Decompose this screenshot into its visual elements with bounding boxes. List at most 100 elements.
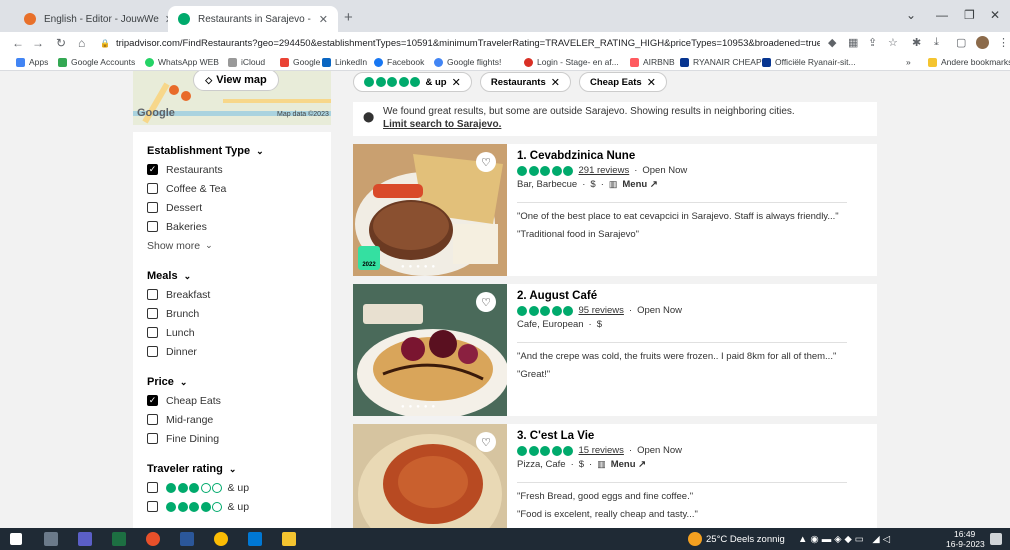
bookmark-facebook[interactable]: Facebook [374, 57, 424, 67]
save-heart-icon[interactable]: ♡ [476, 292, 496, 312]
filter-mid-range[interactable]: Mid-range [147, 410, 317, 429]
filter-restaurants[interactable]: ✓ Restaurants [147, 160, 317, 179]
checkbox[interactable] [147, 308, 158, 319]
reviews-link[interactable]: 95 reviews [579, 305, 624, 316]
download-icon[interactable]: ⤓ [934, 36, 939, 49]
minimize-icon[interactable]: — [936, 8, 948, 22]
bookmark-airbnb[interactable]: AIRBNB [630, 57, 675, 67]
carousel-dots[interactable]: ●●●●● [401, 404, 439, 410]
remove-filter-icon[interactable]: ✕ [551, 76, 560, 89]
bookmark-linkedin[interactable]: LinkedIn [322, 57, 367, 67]
extensions-puzzle-icon[interactable]: ✱ [912, 36, 921, 49]
bookmark-apps[interactable]: Apps [16, 57, 48, 67]
restaurant-photo[interactable]: ♡ ●●●●● [353, 284, 507, 416]
checkbox[interactable] [147, 346, 158, 357]
restaurant-card[interactable]: ♡ 2022 ●●●●● 1. Cevabdzinica Nune 291 re… [353, 144, 877, 276]
review-snippet[interactable]: "Fresh Bread, good eggs and fine coffee.… [517, 491, 867, 502]
filter-coffee-tea[interactable]: Coffee & Tea [147, 179, 317, 198]
home-icon[interactable]: ⌂ [78, 36, 85, 50]
chrome-icon[interactable] [214, 532, 228, 546]
save-heart-icon[interactable]: ♡ [476, 152, 496, 172]
bookmark-stage[interactable]: Login - Stage- en af... [524, 57, 619, 67]
file-explorer-icon[interactable] [282, 532, 296, 546]
windows-start-icon[interactable] [10, 533, 22, 545]
filter-group-header[interactable]: Establishment Type ⌄ [147, 142, 317, 160]
task-view-icon[interactable] [44, 532, 58, 546]
new-tab-icon[interactable]: + [344, 9, 353, 26]
share-icon[interactable]: ⇪ [868, 36, 877, 49]
filter-group-header[interactable]: Price ⌄ [147, 373, 317, 391]
reviews-link[interactable]: 291 reviews [579, 165, 630, 176]
notifications-icon[interactable] [990, 533, 1002, 545]
review-snippet[interactable]: "Traditional food in Sarajevo" [517, 229, 867, 240]
menu-kebab-icon[interactable]: ⋮ [998, 36, 1009, 49]
bookmarks-overflow[interactable]: » [906, 57, 911, 67]
maximize-icon[interactable]: ❐ [964, 8, 975, 22]
sidepanel-icon[interactable]: ▢ [956, 36, 966, 49]
teams-icon[interactable] [78, 532, 92, 546]
review-snippet[interactable]: "One of the best place to eat cevapcici … [517, 211, 867, 222]
browser-tab-jouwweb[interactable]: English - Editor - JouwWeb ✕ [14, 6, 184, 32]
menu-link[interactable]: Menu ↗ [622, 179, 657, 190]
restaurant-name[interactable]: 2. August Café [517, 290, 867, 302]
review-snippet[interactable]: "And the crepe was cold, the fruits were… [517, 351, 867, 362]
remove-filter-icon[interactable]: ✕ [452, 76, 461, 89]
filter-dessert[interactable]: Dessert [147, 198, 317, 217]
save-heart-icon[interactable]: ♡ [476, 432, 496, 452]
bookmark-whatsapp[interactable]: WhatsApp WEB [145, 57, 219, 67]
filter-cheap-eats[interactable]: ✓ Cheap Eats [147, 391, 317, 410]
review-snippet[interactable]: "Great!" [517, 369, 867, 380]
close-window-icon[interactable]: ✕ [990, 8, 1000, 22]
chip-cheap-eats[interactable]: Cheap Eats ✕ [578, 72, 667, 92]
restaurant-card[interactable]: ♡ ●●●●● 2. August Café 95 reviews · Open… [353, 284, 877, 416]
filter-brunch[interactable]: Brunch [147, 304, 317, 323]
outlook-icon[interactable] [248, 532, 262, 546]
checkbox[interactable] [147, 183, 158, 194]
bookmark-other[interactable]: Andere bookmarks [928, 57, 1010, 67]
filter-group-header[interactable]: Meals ⌄ [147, 267, 317, 285]
checkbox[interactable]: ✓ [147, 395, 158, 406]
bookmark-icloud[interactable]: iCloud [228, 57, 265, 67]
filter-group-header[interactable]: Traveler rating ⌄ [147, 460, 317, 478]
bookmark-google-flights[interactable]: Google flights! [434, 57, 501, 67]
url-field[interactable]: 🔒 tripadvisor.com/FindRestaurants?geo=29… [100, 35, 820, 52]
bookmark-star-icon[interactable]: ☆ [888, 36, 898, 49]
chip-rating[interactable]: & up ✕ [353, 72, 472, 92]
filter-lunch[interactable]: Lunch [147, 323, 317, 342]
clock-date[interactable]: 16-9-2023 [946, 539, 985, 549]
checkbox[interactable] [147, 501, 158, 512]
checkbox[interactable] [147, 202, 158, 213]
forward-icon[interactable]: → [32, 36, 44, 50]
show-more-button[interactable]: Show more ⌄ [147, 236, 317, 255]
browser-tab-tripadvisor[interactable]: Restaurants in Sarajevo - Tripadv ✕ [168, 6, 338, 32]
filter-rating-3[interactable]: & up [147, 478, 317, 497]
restaurant-name[interactable]: 1. Cevabdzinica Nune [517, 150, 867, 162]
review-snippet[interactable]: "Food is excelent, really cheap and tast… [517, 509, 867, 520]
weather-text[interactable]: 25°C Deels zonnig [706, 534, 785, 545]
word-icon[interactable] [180, 532, 194, 546]
bookmark-ryanair-official[interactable]: Officiële Ryanair-sit... [762, 57, 856, 67]
firefox-icon[interactable] [146, 532, 160, 546]
checkbox[interactable] [147, 289, 158, 300]
filter-breakfast[interactable]: Breakfast [147, 285, 317, 304]
checkbox[interactable] [147, 327, 158, 338]
filter-fine-dining[interactable]: Fine Dining [147, 429, 317, 448]
checkbox[interactable] [147, 433, 158, 444]
filter-bakeries[interactable]: Bakeries [147, 217, 317, 236]
checkbox[interactable] [147, 482, 158, 493]
bookmark-google[interactable]: Google [280, 57, 320, 67]
back-icon[interactable]: ← [12, 36, 24, 50]
profile-avatar[interactable] [976, 36, 989, 49]
checkbox[interactable]: ✓ [147, 164, 158, 175]
map-preview[interactable]: ◇ View map Google Map data ©2023 [133, 71, 331, 125]
translate-icon[interactable]: ▦ [848, 36, 858, 49]
checkbox[interactable] [147, 414, 158, 425]
close-tab-icon[interactable]: ✕ [319, 13, 328, 26]
restaurant-photo[interactable]: ♡ [353, 424, 507, 528]
checkbox[interactable] [147, 221, 158, 232]
bookmark-google-accounts[interactable]: Google Accounts [58, 57, 135, 67]
chip-restaurants[interactable]: Restaurants ✕ [479, 72, 571, 92]
menu-link[interactable]: Menu ↗ [611, 459, 646, 470]
restaurant-name[interactable]: 3. C'est La Vie [517, 430, 867, 442]
clock-time[interactable]: 16:49 [954, 529, 975, 539]
